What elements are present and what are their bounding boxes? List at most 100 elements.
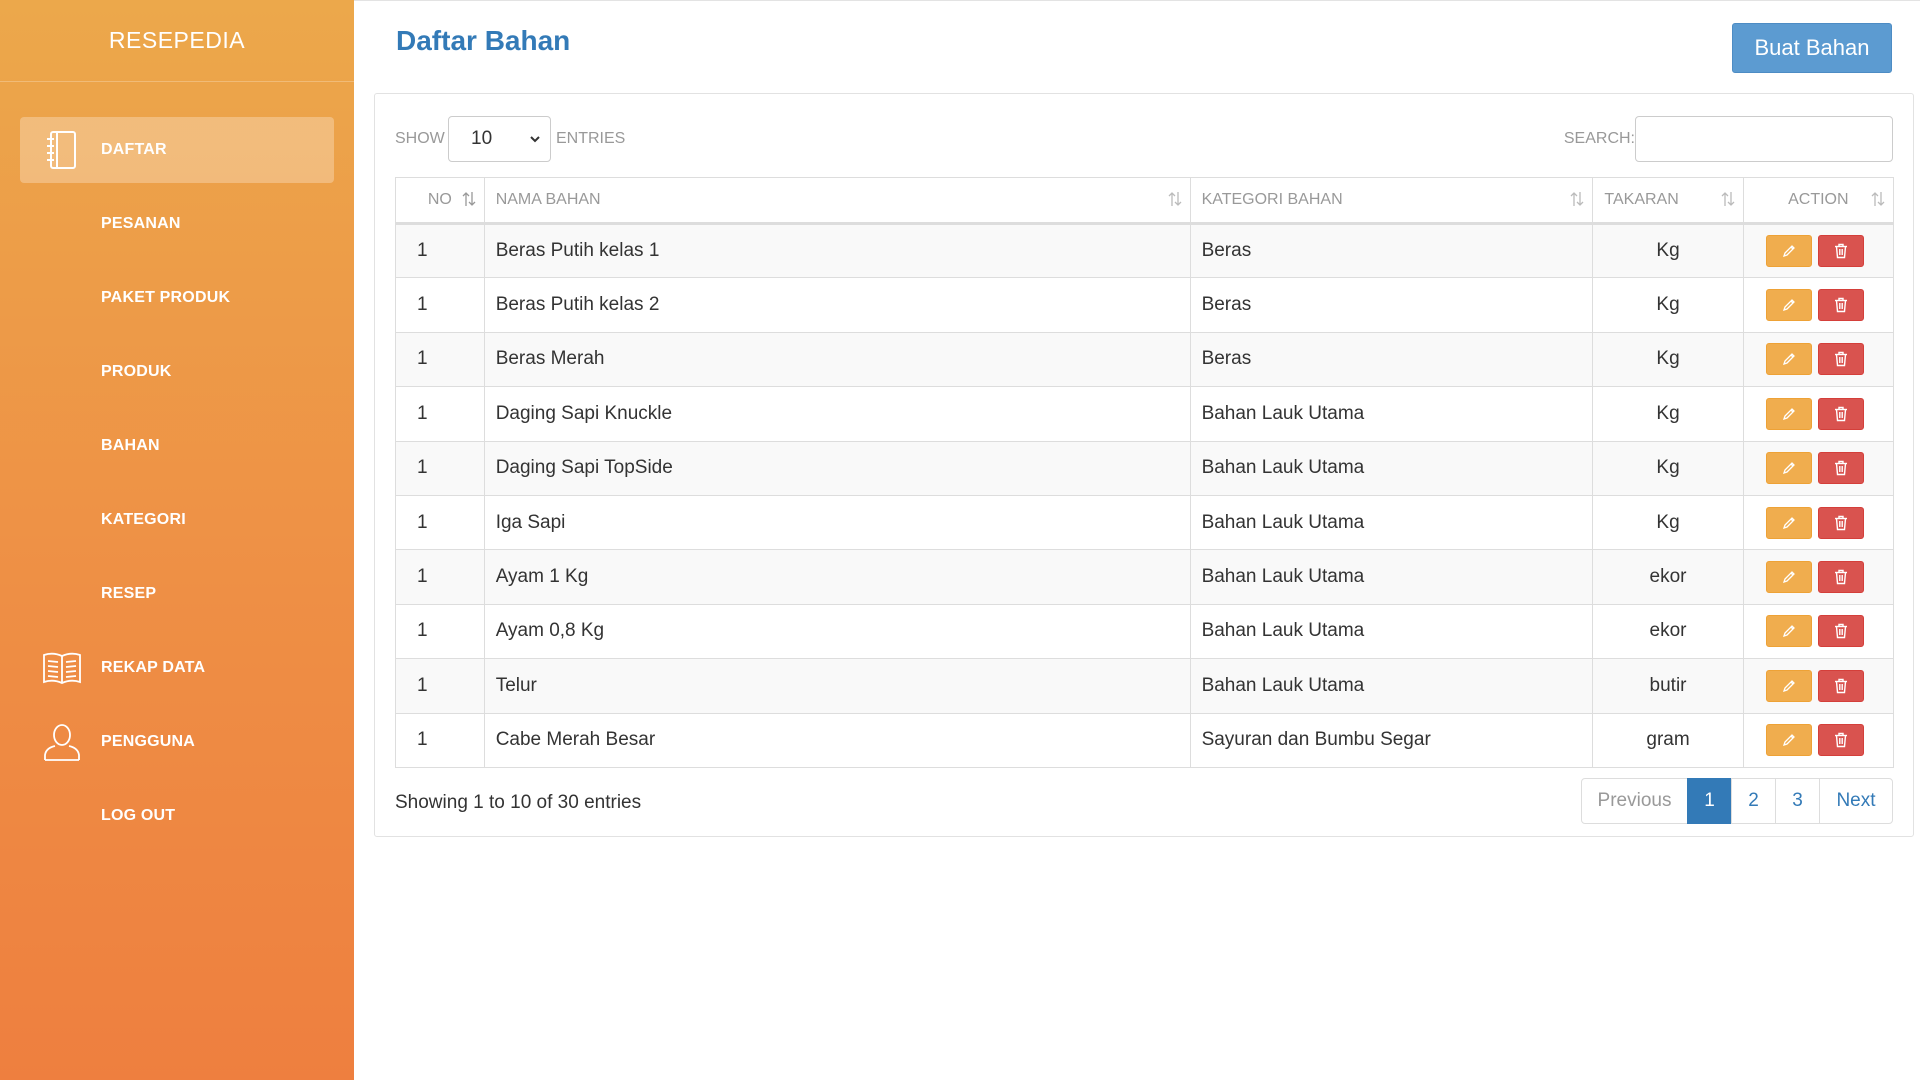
sidebar-item-paket-produk[interactable]: PAKET PRODUK: [20, 265, 334, 331]
table-row: 1 Daging Sapi TopSide Bahan Lauk Utama Kg: [395, 440, 1895, 496]
cell-kategori-bahan: Beras: [1189, 277, 1594, 333]
sort-icon: [1721, 192, 1735, 206]
edit-button[interactable]: [1765, 615, 1812, 648]
edit-button[interactable]: [1765, 343, 1812, 376]
table-row: 1 Beras Putih kelas 1 Beras Kg: [395, 222, 1895, 279]
column-header-no[interactable]: NO: [395, 177, 485, 225]
cell-takaran: Kg: [1592, 494, 1744, 551]
delete-button[interactable]: [1817, 506, 1864, 539]
pagination-page-1[interactable]: 1: [1687, 778, 1732, 824]
pagination-page-3[interactable]: 3: [1775, 778, 1820, 824]
cell-nama-bahan: Daging Sapi Knuckle: [483, 386, 1191, 442]
row-actions: [1755, 452, 1893, 485]
delete-button[interactable]: [1817, 561, 1864, 594]
edit-button[interactable]: [1765, 561, 1812, 594]
cell-action: [1742, 386, 1895, 442]
delete-button[interactable]: [1817, 289, 1864, 322]
sort-icon: [1871, 192, 1885, 206]
pagination-next[interactable]: Next: [1819, 778, 1893, 824]
table-row: 1 Cabe Merah Besar Sayuran dan Bumbu Segar…: [395, 712, 1895, 768]
sort-icon: [462, 192, 476, 206]
cell-takaran: Kg: [1592, 386, 1744, 442]
cell-no: 1: [395, 494, 485, 551]
sidebar-item-label: PESANAN: [101, 215, 181, 232]
sidebar-item-log-out[interactable]: LOG OUT: [20, 783, 334, 849]
sidebar-item-daftar[interactable]: DAFTAR: [20, 117, 334, 183]
sort-icon: [1570, 192, 1584, 206]
cell-takaran: Kg: [1592, 440, 1744, 496]
table-panel: SHOW 10 ENTRIES SEARCH: NO NAMA BAHAN KA…: [374, 93, 1914, 837]
delete-button[interactable]: [1817, 235, 1864, 268]
cell-takaran: ekor: [1592, 549, 1744, 605]
row-actions: [1755, 506, 1893, 539]
cell-kategori-bahan: Bahan Lauk Utama: [1189, 386, 1594, 442]
sidebar-item-kategori[interactable]: KATEGORI: [20, 487, 334, 553]
edit-button[interactable]: [1765, 397, 1812, 430]
search-input[interactable]: [1635, 116, 1893, 162]
trash-icon: [1834, 460, 1848, 476]
trash-icon: [1834, 732, 1848, 748]
cell-no: 1: [395, 331, 485, 388]
row-actions: [1755, 669, 1893, 702]
edit-button[interactable]: [1765, 506, 1812, 539]
cell-takaran: Kg: [1592, 222, 1744, 279]
column-header-nama-bahan[interactable]: NAMA BAHAN: [483, 177, 1191, 225]
cell-nama-bahan: Iga Sapi: [483, 494, 1191, 551]
trash-icon: [1834, 351, 1848, 367]
sidebar-item-pengguna[interactable]: PENGGUNA: [20, 709, 334, 775]
delete-button[interactable]: [1817, 669, 1864, 702]
edit-button[interactable]: [1765, 452, 1812, 485]
search-label: SEARCH:: [1563, 130, 1635, 147]
cell-kategori-bahan: Bahan Lauk Utama: [1189, 549, 1594, 605]
edit-button[interactable]: [1765, 724, 1812, 757]
cell-action: [1742, 658, 1895, 714]
pagination-page-2[interactable]: 2: [1731, 778, 1776, 824]
trash-icon: [1834, 297, 1848, 313]
trash-icon: [1834, 406, 1848, 422]
sidebar-item-produk[interactable]: PRODUK: [20, 339, 334, 405]
create-bahan-button[interactable]: Buat Bahan: [1732, 23, 1892, 73]
notebook-icon: [42, 130, 82, 170]
chevron-down-icon: [530, 136, 540, 143]
cell-action: [1742, 331, 1895, 388]
cell-nama-bahan: Telur: [483, 658, 1191, 714]
cell-no: 1: [395, 603, 485, 660]
sidebar-item-rekap-data[interactable]: REKAP DATA: [20, 635, 334, 701]
delete-button[interactable]: [1817, 343, 1864, 376]
delete-button[interactable]: [1817, 724, 1864, 757]
edit-button[interactable]: [1765, 235, 1812, 268]
sidebar-item-resep[interactable]: RESEP: [20, 561, 334, 627]
entries-select[interactable]: 10: [448, 116, 551, 162]
cell-takaran: butir: [1592, 658, 1744, 714]
table-controls: SHOW 10 ENTRIES SEARCH:: [395, 116, 1893, 162]
delete-button[interactable]: [1817, 615, 1864, 648]
column-header-label: NAMA BAHAN: [495, 191, 601, 208]
cell-kategori-bahan: Bahan Lauk Utama: [1189, 494, 1594, 551]
sidebar-item-bahan[interactable]: BAHAN: [20, 413, 334, 479]
pencil-icon: [1781, 732, 1797, 748]
table-body: 1 Beras Putih kelas 1 Beras Kg 1 Beras Putih …: [395, 222, 1895, 768]
pagination-previous[interactable]: Previous: [1581, 778, 1688, 824]
table-row: 1 Iga Sapi Bahan Lauk Utama Kg: [395, 494, 1895, 551]
brand-logo[interactable]: RESEPEDIA: [0, 0, 354, 82]
cell-action: [1742, 549, 1895, 605]
column-header-kategori-bahan[interactable]: KATEGORI BAHAN: [1189, 177, 1594, 225]
row-actions: [1755, 289, 1893, 322]
pencil-icon: [1781, 351, 1797, 367]
page-title: Daftar Bahan: [396, 25, 571, 56]
pencil-icon: [1781, 297, 1797, 313]
column-header-action[interactable]: ACTION: [1742, 177, 1895, 225]
sidebar-item-label: PRODUK: [101, 363, 172, 380]
cell-takaran: Kg: [1592, 277, 1744, 333]
cell-no: 1: [395, 712, 485, 768]
sidebar-item-pesanan[interactable]: PESANAN: [20, 191, 334, 257]
entries-label: ENTRIES: [556, 130, 626, 147]
cell-action: [1742, 222, 1895, 279]
edit-button[interactable]: [1765, 289, 1812, 322]
column-header-label: ACTION: [1788, 191, 1849, 208]
edit-button[interactable]: [1765, 669, 1812, 702]
column-header-takaran[interactable]: TAKARAN: [1592, 177, 1744, 225]
table-info: Showing 1 to 10 of 30 entries: [395, 792, 642, 813]
delete-button[interactable]: [1817, 397, 1864, 430]
delete-button[interactable]: [1817, 452, 1864, 485]
